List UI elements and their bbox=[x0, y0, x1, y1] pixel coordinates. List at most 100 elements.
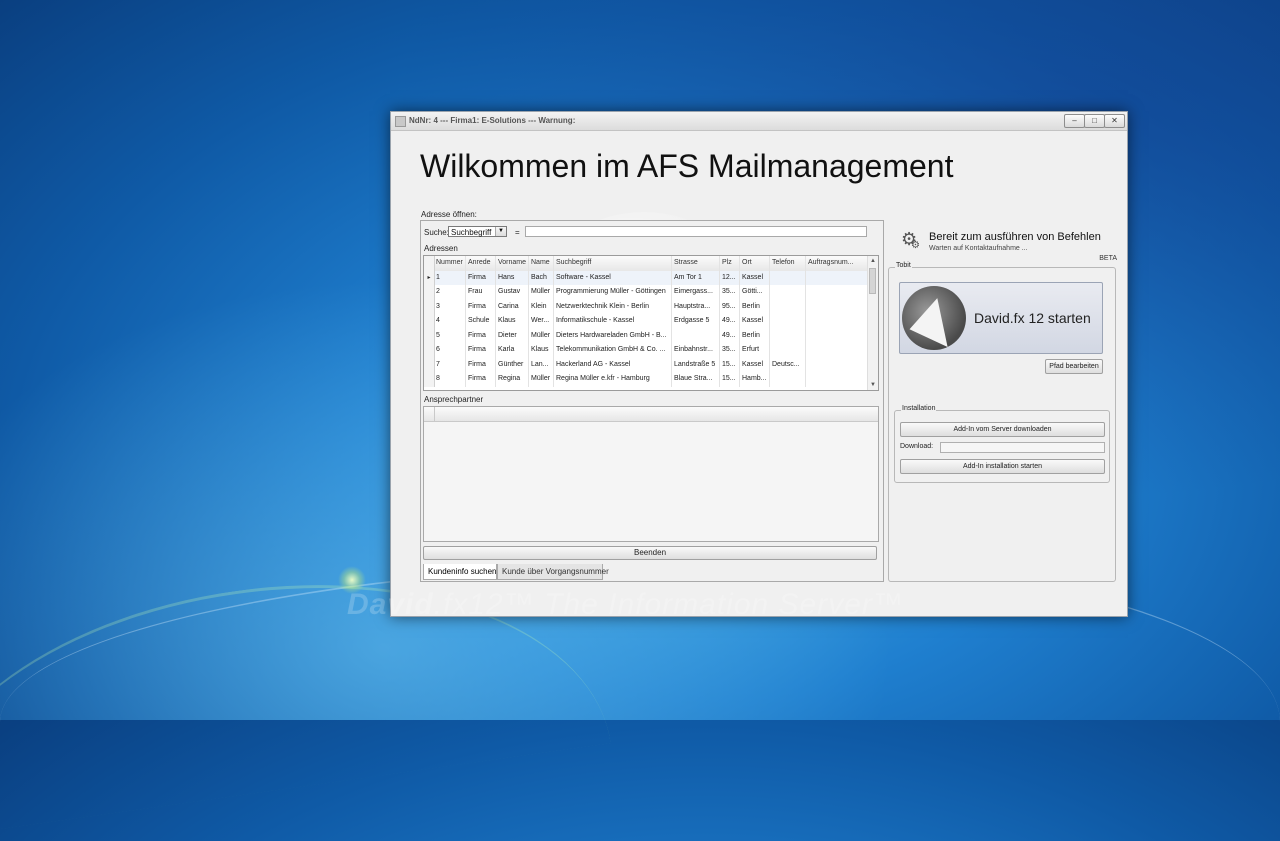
close-button[interactable]: ✕ bbox=[1104, 114, 1125, 128]
column-header-name[interactable]: Name bbox=[529, 256, 554, 271]
cell-ort: Kassel bbox=[740, 357, 770, 372]
table-row[interactable]: 2 Frau Gustav Müller Programmierung Müll… bbox=[424, 285, 868, 300]
status-panel: ⚙ ⚙ Bereit zum ausführen von Befehlen Wa… bbox=[887, 220, 1117, 582]
window-title: NdNr: 4 --- Firma1: E-Solutions --- Warn… bbox=[409, 116, 576, 125]
table-row[interactable]: 8 Firma Regina Müller Regina Müller e.kf… bbox=[424, 372, 868, 387]
search-field-select[interactable]: Suchbegriff ▼ bbox=[448, 226, 507, 237]
cell-anrede: Firma bbox=[466, 343, 496, 358]
table-row[interactable]: 5 Firma Dieter Müller Dieters Hardwarela… bbox=[424, 328, 868, 343]
cell-ort: Erfurt bbox=[740, 343, 770, 358]
cell-suchbegriff: Telekommunikation GmbH & Co. ... bbox=[554, 343, 672, 358]
install-addin-button[interactable]: Add-In installation starten bbox=[900, 459, 1105, 474]
column-header-telefon[interactable]: Telefon bbox=[770, 256, 806, 271]
quit-button[interactable]: Beenden bbox=[423, 546, 877, 560]
cell-name: Müller bbox=[529, 372, 554, 387]
cell-strasse: Blaue Stra... bbox=[672, 372, 720, 387]
scrollbar-thumb[interactable] bbox=[869, 268, 876, 294]
cell-name: Bach bbox=[529, 270, 554, 285]
maximize-button[interactable]: □ bbox=[1084, 114, 1105, 128]
cell-nummer: 7 bbox=[434, 357, 466, 372]
cell-auftragsnummer bbox=[806, 328, 868, 343]
tab-kundeninfo-suchen[interactable]: Kundeninfo suchen bbox=[423, 564, 497, 580]
cell-vorname: Dieter bbox=[496, 328, 529, 343]
cell-strasse: Erdgasse 5 bbox=[672, 314, 720, 329]
address-search-panel: Suche: Suchbegriff ▼ = Adressen Nummer A… bbox=[420, 220, 884, 582]
cell-name: Wer... bbox=[529, 314, 554, 329]
window-titlebar[interactable]: NdNr: 4 --- Firma1: E-Solutions --- Warn… bbox=[391, 112, 1127, 131]
cell-auftragsnummer bbox=[806, 299, 868, 314]
column-header-plz[interactable]: Plz bbox=[720, 256, 740, 271]
table-scrollbar[interactable]: ▲ ▼ bbox=[867, 256, 878, 390]
cell-anrede: Schule bbox=[466, 314, 496, 329]
cell-nummer: 1 bbox=[434, 270, 466, 285]
cell-anrede: Firma bbox=[466, 357, 496, 372]
table-row[interactable]: 7 Firma Günther Lan... Hackerland AG - K… bbox=[424, 357, 868, 372]
cell-plz: 12... bbox=[720, 270, 740, 285]
minimize-button[interactable]: ‒ bbox=[1064, 114, 1085, 128]
david-start-label: David.fx 12 starten bbox=[974, 310, 1091, 326]
cell-name: Klein bbox=[529, 299, 554, 314]
cell-suchbegriff: Software - Kassel bbox=[554, 270, 672, 285]
cell-ort: Kassel bbox=[740, 270, 770, 285]
column-header-suchbegriff[interactable]: Suchbegriff bbox=[554, 256, 672, 271]
download-addin-button[interactable]: Add-In vom Server downloaden bbox=[900, 422, 1105, 437]
cell-suchbegriff: Hackerland AG - Kassel bbox=[554, 357, 672, 372]
edit-path-button[interactable]: Pfad bearbeiten bbox=[1045, 359, 1103, 374]
equals-sign: = bbox=[515, 228, 520, 237]
installation-group: Installation Add-In vom Server downloade… bbox=[894, 405, 1110, 483]
desktop-sparkle bbox=[338, 566, 366, 594]
status-subtitle: Warten auf Kontaktaufnahme ... bbox=[929, 245, 1028, 252]
scroll-down-arrow-icon[interactable]: ▼ bbox=[868, 380, 878, 390]
column-header-vorname[interactable]: Vorname bbox=[496, 256, 529, 271]
cell-plz: 35... bbox=[720, 343, 740, 358]
app-icon bbox=[395, 116, 406, 127]
small-gear-icon: ⚙ bbox=[911, 240, 920, 251]
chevron-down-icon[interactable]: ▼ bbox=[495, 227, 506, 236]
cell-telefon bbox=[770, 314, 806, 329]
contacts-label: Ansprechpartner bbox=[424, 395, 484, 404]
cell-ort: Kassel bbox=[740, 314, 770, 329]
search-input[interactable] bbox=[525, 226, 867, 237]
cell-plz: 15... bbox=[720, 357, 740, 372]
cell-name: Müller bbox=[529, 285, 554, 300]
tab-kunde-ueber-vorgangsnummer[interactable]: Kunde über Vorgangsnummer bbox=[497, 564, 609, 580]
cell-strasse: Am Tor 1 bbox=[672, 270, 720, 285]
cell-anrede: Firma bbox=[466, 270, 496, 285]
scroll-up-arrow-icon[interactable]: ▲ bbox=[868, 256, 878, 266]
cell-ort: Götti... bbox=[740, 285, 770, 300]
column-header-strasse[interactable]: Strasse bbox=[672, 256, 720, 271]
cell-anrede: Firma bbox=[466, 372, 496, 387]
cell-vorname: Günther bbox=[496, 357, 529, 372]
cell-auftragsnummer bbox=[806, 270, 868, 285]
david-start-button[interactable]: David.fx 12 starten bbox=[899, 282, 1103, 354]
cell-vorname: Karla bbox=[496, 343, 529, 358]
table-row[interactable]: 4 Schule Klaus Wer... Informatikschule -… bbox=[424, 314, 868, 329]
cell-name: Lan... bbox=[529, 357, 554, 372]
status-title: Bereit zum ausführen von Befehlen bbox=[929, 231, 1101, 243]
cell-suchbegriff: Informatikschule - Kassel bbox=[554, 314, 672, 329]
cell-auftragsnummer bbox=[806, 314, 868, 329]
cell-plz: 95... bbox=[720, 299, 740, 314]
cell-strasse: Landstraße 5 bbox=[672, 357, 720, 372]
contacts-table[interactable] bbox=[423, 406, 879, 542]
cell-strasse: Einbahnstr... bbox=[672, 343, 720, 358]
table-row[interactable]: 3 Firma Carina Klein Netzwerktechnik Kle… bbox=[424, 299, 868, 314]
table-row[interactable]: 6 Firma Karla Klaus Telekommunikation Gm… bbox=[424, 343, 868, 358]
table-row[interactable]: ▸ 1 Firma Hans Bach Software - Kassel Am… bbox=[424, 270, 868, 285]
cell-anrede: Firma bbox=[466, 299, 496, 314]
column-header-nummer[interactable]: Nummer bbox=[434, 256, 466, 271]
cell-ort: Berlin bbox=[740, 328, 770, 343]
cell-strasse: Hauptstra... bbox=[672, 299, 720, 314]
cell-nummer: 2 bbox=[434, 285, 466, 300]
table-header-row: Nummer Anrede Vorname Name Suchbegriff S… bbox=[424, 256, 868, 272]
column-header-anrede[interactable]: Anrede bbox=[466, 256, 496, 271]
tobit-group: Tobit David.fx 12 starten Pfad bearbeite… bbox=[888, 262, 1116, 582]
cell-plz: 49... bbox=[720, 328, 740, 343]
contacts-table-header bbox=[424, 407, 878, 422]
addresses-table[interactable]: Nummer Anrede Vorname Name Suchbegriff S… bbox=[423, 255, 879, 391]
column-header-auftragsnummer[interactable]: Auftragsnum... bbox=[806, 256, 868, 271]
cell-auftragsnummer bbox=[806, 357, 868, 372]
cell-anrede: Firma bbox=[466, 328, 496, 343]
download-progress bbox=[940, 442, 1105, 453]
column-header-ort[interactable]: Ort bbox=[740, 256, 770, 271]
